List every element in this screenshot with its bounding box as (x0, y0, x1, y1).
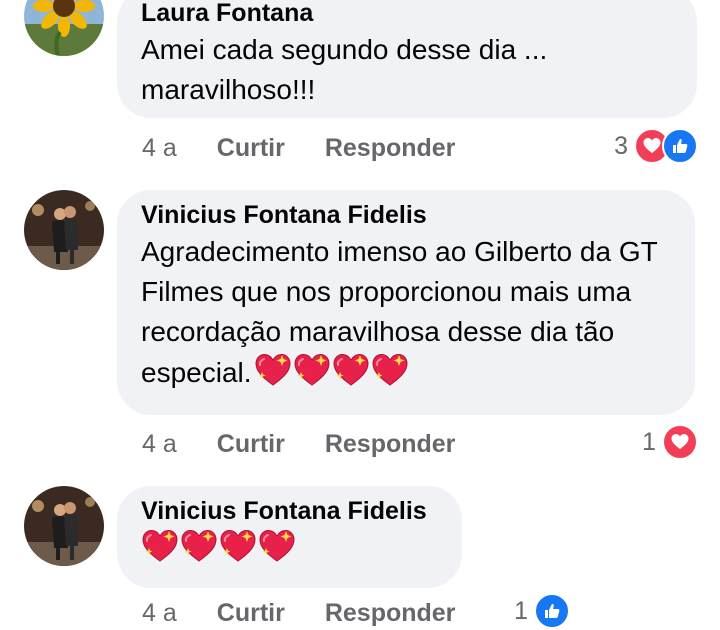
reply-button[interactable]: Responder (325, 134, 456, 163)
sparkling-heart-icon (258, 528, 296, 564)
like-icon (534, 593, 570, 629)
reply-button[interactable]: Responder (325, 430, 456, 459)
comment-text: Amei cada segundo desse dia ... maravilh… (141, 34, 548, 105)
reaction-count: 3 (614, 131, 628, 160)
emoji-group (254, 352, 410, 388)
avatar[interactable] (24, 0, 104, 56)
comment-age[interactable]: 4 a (142, 599, 177, 628)
sparkling-heart-icon (219, 528, 257, 564)
like-button[interactable]: Curtir (217, 599, 285, 628)
like-button[interactable]: Curtir (217, 430, 285, 459)
like-icon (662, 128, 698, 164)
comment-bubble: Vinicius Fontana Fidelis Agradecimento i… (117, 190, 695, 415)
comment-age[interactable]: 4 a (142, 430, 177, 459)
sunflower-avatar-image (24, 0, 104, 56)
sparkling-heart-icon (141, 528, 179, 564)
comment-text: Agradecimento imenso ao Gilberto da GT F… (141, 232, 671, 393)
reactions-summary[interactable]: 1 (642, 424, 698, 460)
couple-avatar-image (24, 486, 104, 566)
avatar[interactable] (24, 190, 104, 270)
emoji-group (141, 528, 297, 564)
reactions-summary[interactable]: 3 (614, 128, 698, 164)
comment-bubble: Laura Fontana Amei cada segundo desse di… (117, 0, 697, 118)
comment-actions: 4 a Curtir Responder (142, 131, 495, 165)
sparkling-heart-icon (332, 352, 370, 388)
comment-author[interactable]: Vinicius Fontana Fidelis (141, 200, 671, 230)
love-icon (662, 424, 698, 460)
sparkling-heart-icon (254, 352, 292, 388)
like-button[interactable]: Curtir (217, 134, 285, 163)
reactions-summary[interactable]: 1 (514, 593, 570, 629)
reply-button[interactable]: Responder (325, 599, 456, 628)
comment-author[interactable]: Vinicius Fontana Fidelis (141, 496, 438, 526)
comment-text (141, 528, 438, 571)
sparkling-heart-icon (180, 528, 218, 564)
reaction-count: 1 (642, 427, 656, 456)
comment-age[interactable]: 4 a (142, 134, 177, 163)
comment-bubble: Vinicius Fontana Fidelis (117, 486, 462, 588)
sparkling-heart-icon (293, 352, 331, 388)
comment-actions: 4 a Curtir Responder (142, 427, 495, 461)
comment-actions: 4 a Curtir Responder (142, 596, 495, 630)
comment-author[interactable]: Laura Fontana (141, 0, 673, 28)
avatar[interactable] (24, 486, 104, 566)
reaction-count: 1 (514, 596, 528, 625)
couple-avatar-image (24, 190, 104, 270)
sparkling-heart-icon (371, 352, 409, 388)
